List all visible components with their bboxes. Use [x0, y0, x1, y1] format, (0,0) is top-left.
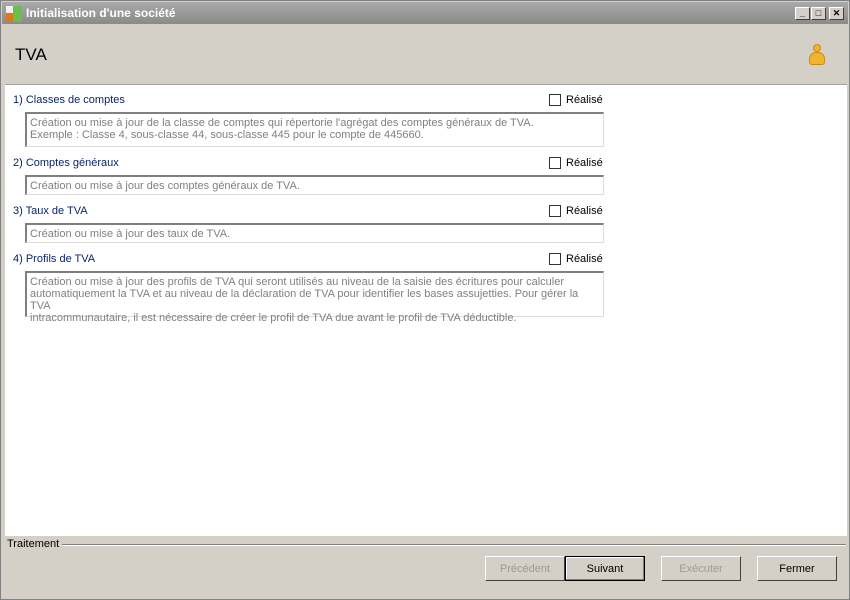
next-button[interactable]: Suivant	[565, 556, 645, 581]
section-title: 1) Classes de comptes	[13, 94, 125, 106]
window-title: Initialisation d'une société	[26, 6, 176, 20]
person-icon[interactable]	[809, 44, 825, 66]
done-checkbox[interactable]	[549, 157, 561, 169]
content-area: 1) Classes de comptes Réalisé Création o…	[5, 84, 847, 536]
done-label[interactable]: Réalisé	[566, 157, 603, 169]
maximize-icon[interactable]: □	[811, 7, 826, 20]
section-title: 4) Profils de TVA	[13, 253, 96, 265]
section-title: 3) Taux de TVA	[13, 205, 88, 217]
section-description: Création ou mise à jour des profils de T…	[25, 271, 604, 324]
done-label[interactable]: Réalisé	[566, 253, 603, 265]
section-description: Création ou mise à jour de la classe de …	[25, 112, 604, 147]
group-divider	[62, 544, 846, 546]
done-checkbox[interactable]	[549, 94, 561, 106]
page-title: TVA	[15, 45, 47, 64]
section-description: Création ou mise à jour des taux de TVA.	[25, 223, 604, 243]
done-checkbox[interactable]	[549, 253, 561, 265]
app-icon	[6, 6, 22, 22]
title-bar[interactable]: Initialisation d'une société _ □ ✕	[2, 2, 848, 24]
previous-button[interactable]: Précédent	[485, 556, 565, 581]
treatment-panel: Traitement Précédent Suivant Exécuter Fe…	[2, 536, 848, 599]
close-icon[interactable]: ✕	[829, 7, 844, 20]
close-button[interactable]: Fermer	[757, 556, 837, 581]
section-description: Création ou mise à jour des comptes géné…	[25, 175, 604, 195]
section-title: 2) Comptes généraux	[13, 157, 119, 169]
page-header: TVA	[2, 24, 848, 84]
minimize-icon[interactable]: _	[795, 7, 810, 20]
group-label: Traitement	[7, 538, 62, 550]
execute-button[interactable]: Exécuter	[661, 556, 741, 581]
main-window: Initialisation d'une société _ □ ✕ TVA 1…	[0, 0, 850, 600]
done-checkbox[interactable]	[549, 205, 561, 217]
done-label[interactable]: Réalisé	[566, 94, 603, 106]
done-label[interactable]: Réalisé	[566, 205, 603, 217]
